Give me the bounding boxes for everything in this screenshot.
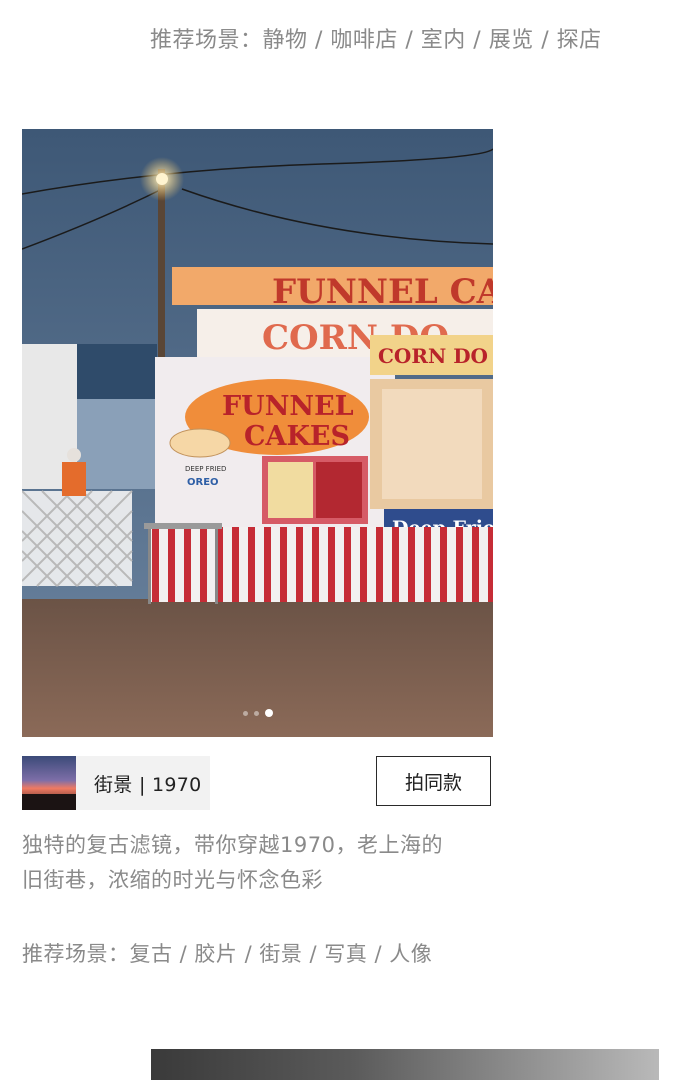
carousel-dot-active[interactable] <box>264 709 273 717</box>
next-filter-preview-photo[interactable] <box>151 1049 659 1080</box>
filter-name: 街景 | 1970 <box>94 773 202 796</box>
carousel-dot[interactable] <box>253 710 259 716</box>
carnival-scene-image: FUNNEL CA CORN DO FUNNEL CAKES DEEP FRIE… <box>22 129 493 737</box>
sign-funnel-top: FUNNEL CA <box>272 272 493 312</box>
striped-skirt <box>150 527 493 602</box>
shoot-same-style-button[interactable]: 拍同款 <box>376 756 491 806</box>
description-line: 独特的复古滤镜，带你穿越1970，老上海的 <box>22 833 443 857</box>
carousel-indicator[interactable] <box>22 709 493 717</box>
sign-funnel-cakes-1: FUNNEL <box>222 391 354 422</box>
description-line: 旧街巷，浓缩的时光与怀念色彩 <box>22 868 323 892</box>
sign-oreo: OREO <box>187 477 219 488</box>
filter-chip[interactable]: 街景 | 1970 <box>22 756 210 810</box>
sign-funnel-cakes-2: CAKES <box>244 421 350 452</box>
filter-thumbnail <box>22 756 76 810</box>
filter-description: 独特的复古滤镜，带你穿越1970，老上海的 旧街巷，浓缩的时光与怀念色彩 <box>22 828 482 898</box>
carousel-dot[interactable] <box>242 710 248 716</box>
recommended-scenes-top: 推荐场景：静物 / 咖啡店 / 室内 / 展览 / 探店 <box>150 28 602 53</box>
filter-preview-photo[interactable]: FUNNEL CA CORN DO FUNNEL CAKES DEEP FRIE… <box>22 129 493 737</box>
sign-deep-fried-small: DEEP FRIED <box>185 465 226 473</box>
sign-corn-dogs: CORN DO <box>378 344 488 368</box>
recommended-scenes-bottom: 推荐场景：复古 / 胶片 / 街景 / 写真 / 人像 <box>22 942 433 966</box>
